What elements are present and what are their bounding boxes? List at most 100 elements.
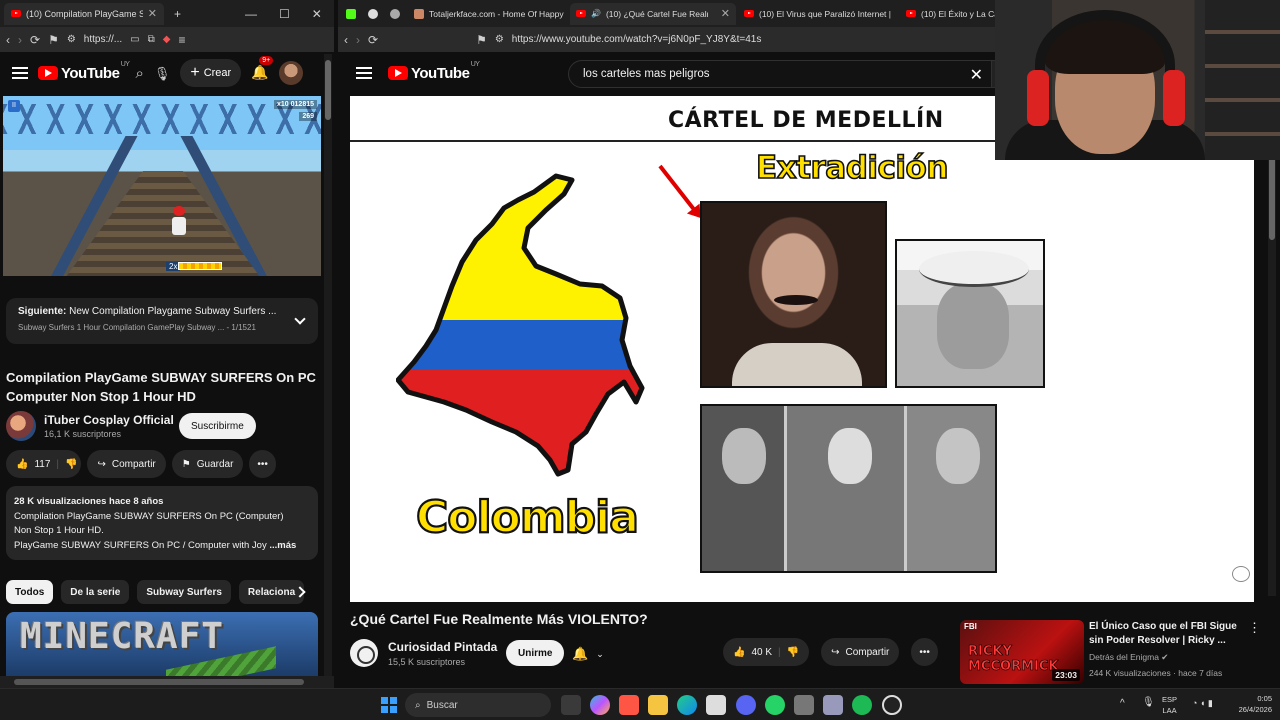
obs-icon[interactable]: [882, 695, 902, 715]
taskbar-search[interactable]: ⌕ Buscar: [405, 693, 551, 717]
reload-icon[interactable]: ⟳: [30, 34, 40, 46]
related-title: El Único Caso que el FBI Sigue sin Poder…: [1089, 621, 1237, 646]
whatsapp-icon[interactable]: [765, 695, 785, 715]
join-button[interactable]: Unirme: [506, 640, 565, 666]
save-button[interactable]: ⚑ Guardar: [171, 450, 244, 478]
description-box[interactable]: 28 K visualizaciones hace 8 años Compila…: [6, 486, 318, 560]
share-button[interactable]: ↪ Compartir: [821, 638, 900, 666]
tab-virus-video[interactable]: (10) El Virus que Paralizó Internet | Bi: [738, 3, 898, 25]
copilot-icon[interactable]: [590, 695, 610, 715]
more-actions-button[interactable]: •••: [249, 450, 276, 478]
menu-icon[interactable]: [12, 67, 28, 79]
back-icon[interactable]: ‹: [6, 34, 10, 46]
brave-shield-icon[interactable]: ◆: [163, 34, 171, 45]
extensions-icon[interactable]: ⧉: [148, 34, 155, 45]
tab-totaljerkface[interactable]: Totaljerkface.com - Home Of Happy: [408, 3, 568, 25]
close-window-icon[interactable]: ✕: [312, 8, 322, 20]
left-horizontal-scrollbar[interactable]: [0, 676, 334, 688]
chip-bar: Todos De la serie Subway Surfers Relacio…: [6, 580, 316, 604]
screenshot-icon[interactable]: ▭: [130, 34, 139, 45]
up-next-card[interactable]: Siguiente: New Compilation Playgame Subw…: [6, 298, 318, 344]
task-view-icon[interactable]: [561, 695, 581, 715]
related-more-icon[interactable]: ⋮: [1248, 620, 1261, 636]
duration-badge: 23:03: [1052, 669, 1080, 681]
thumbs-down-icon[interactable]: 👎: [65, 459, 77, 470]
tab-exito-video[interactable]: (10) El Éxito y La Ca: [900, 3, 1010, 25]
like-button[interactable]: 👍 40 K | 👎: [723, 638, 810, 666]
headphone-cup-left: [1027, 70, 1049, 126]
store-icon[interactable]: [706, 695, 726, 715]
create-button[interactable]: + Crear: [180, 59, 242, 87]
tray-chevron-icon[interactable]: ^: [1120, 698, 1125, 709]
avatar[interactable]: [278, 61, 303, 85]
more-icon[interactable]: ≡: [178, 34, 185, 46]
show-more-link[interactable]: ...más: [269, 540, 296, 551]
site-settings-icon[interactable]: ⚙: [495, 34, 504, 45]
pause-icon[interactable]: II: [8, 100, 20, 112]
kick-favicon-icon[interactable]: [346, 8, 356, 19]
thumbs-down-icon[interactable]: 👎: [787, 647, 799, 658]
bookmark-icon[interactable]: ⚑: [476, 34, 487, 46]
minimize-icon[interactable]: —: [245, 8, 257, 20]
subscribe-button[interactable]: Suscribirme: [179, 413, 256, 439]
search-input[interactable]: los carteles mas peligros ✕: [568, 60, 992, 88]
close-tab-icon[interactable]: ✕: [148, 7, 157, 20]
channel-avatar[interactable]: [6, 411, 36, 441]
address-field[interactable]: https://...: [84, 34, 122, 45]
spotify-icon[interactable]: [852, 695, 872, 715]
forward-icon[interactable]: ›: [18, 34, 22, 46]
related-video-info[interactable]: El Único Caso que el FBI Sigue sin Poder…: [1089, 620, 1249, 680]
share-button[interactable]: ↪ Compartir: [87, 450, 166, 478]
channel-avatar[interactable]: [350, 639, 378, 667]
left-browser-window: (10) Compilation PlayGame SUBWAY ✕ + — ☐…: [0, 0, 334, 688]
close-tab-icon[interactable]: ✕: [721, 7, 730, 20]
tab-subway-video[interactable]: (10) Compilation PlayGame SUBWAY ✕: [4, 2, 164, 25]
bookmark-icon[interactable]: ⚑: [48, 34, 59, 46]
3d-app-icon[interactable]: [823, 695, 843, 715]
audio-icon[interactable]: 🔊: [591, 9, 601, 18]
back-icon[interactable]: ‹: [344, 34, 348, 46]
edge-icon[interactable]: [677, 695, 697, 715]
app-favicon-icon[interactable]: [368, 8, 378, 19]
windows-start-icon[interactable]: [381, 697, 397, 713]
chip-series[interactable]: De la serie: [61, 580, 130, 604]
channel-name[interactable]: Curiosidad Pintada: [388, 640, 497, 654]
youtube-favicon-icon: [576, 10, 586, 17]
discord-icon[interactable]: [736, 695, 756, 715]
chip-subway-surfers[interactable]: Subway Surfers: [137, 580, 231, 604]
left-scrollbar[interactable]: [324, 54, 332, 676]
wifi-icon[interactable]: ◔ ◖ ▮: [1192, 698, 1213, 709]
mic-tray-icon[interactable]: 🎙: [1142, 697, 1155, 708]
clear-search-icon[interactable]: ✕: [970, 65, 983, 85]
main-video-player[interactable]: CÁRTEL DE MEDELLÍN Extradición Colombia: [350, 96, 1254, 602]
maximize-icon[interactable]: ☐: [279, 8, 290, 20]
chatgpt-favicon-icon[interactable]: [390, 8, 400, 19]
page-scrollbar[interactable]: [1268, 96, 1276, 596]
clock[interactable]: 0:05 26/4/2026: [1239, 693, 1272, 715]
chat-icon[interactable]: [1232, 566, 1250, 582]
reload-icon[interactable]: ⟳: [368, 34, 378, 46]
mic-icon[interactable]: 🎙: [154, 67, 171, 80]
notification-bell-button[interactable]: 🔔 ⌄: [572, 642, 618, 666]
address-field[interactable]: https://www.youtube.com/watch?v=j6N0pF_Y…: [512, 34, 762, 45]
more-actions-button[interactable]: •••: [911, 638, 938, 666]
related-video-thumbnail[interactable]: FBI RICKY MCCORMICK 23:03: [960, 620, 1084, 684]
recommended-thumbnail[interactable]: MINECRAFT: [6, 612, 318, 678]
forward-icon[interactable]: ›: [356, 34, 360, 46]
game-video-player[interactable]: II x10 012815 269 2x: [3, 96, 321, 276]
app-icon[interactable]: [794, 695, 814, 715]
site-settings-icon[interactable]: ⚙: [67, 34, 76, 45]
like-button[interactable]: 👍 117 | 👎: [6, 450, 82, 478]
language-indicator[interactable]: ESP LAA: [1162, 694, 1177, 716]
new-tab-icon[interactable]: +: [174, 8, 181, 20]
menu-icon[interactable]: [356, 67, 372, 79]
tab-cartel-video[interactable]: 🔊 (10) ¿Qué Cartel Fue Realmen ✕: [570, 2, 736, 25]
channel-name[interactable]: iTuber Cosplay Official: [44, 413, 174, 427]
youtube-logo[interactable]: YouTube UY: [388, 61, 480, 82]
file-explorer-icon[interactable]: [648, 695, 668, 715]
brave-icon[interactable]: [619, 695, 639, 715]
chip-all[interactable]: Todos: [6, 580, 54, 604]
youtube-logo[interactable]: YouTube UY: [38, 61, 130, 82]
notifications-button[interactable]: 🔔 9+: [251, 56, 274, 82]
search-icon[interactable]: ⌕: [135, 66, 143, 81]
